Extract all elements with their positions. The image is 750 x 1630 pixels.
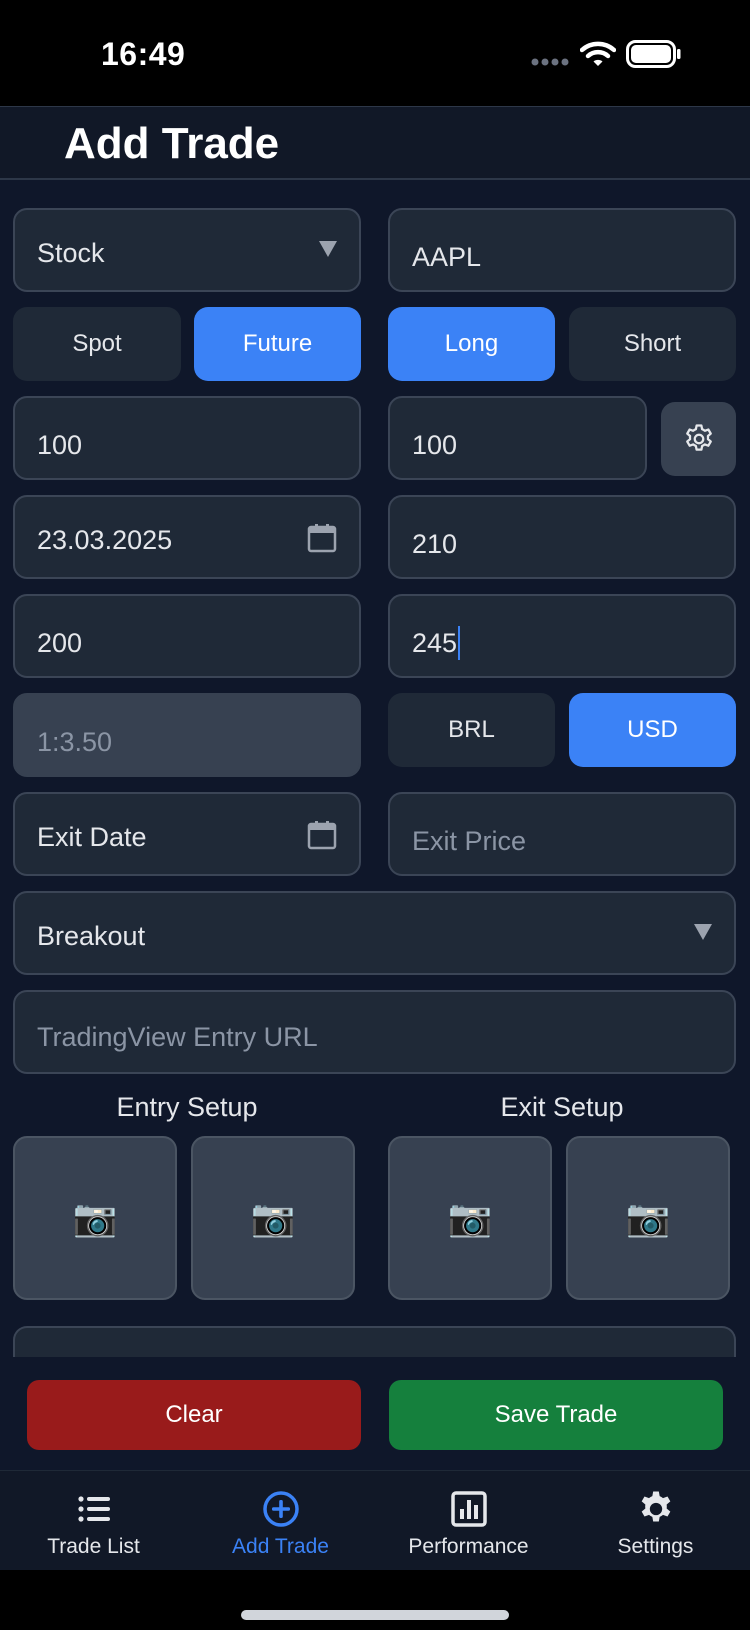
leverage-input[interactable]: 100 <box>388 396 647 480</box>
stop-loss-value: 200 <box>37 627 83 658</box>
exit-photo-slot-2[interactable]: 📷 <box>566 1136 730 1300</box>
battery-icon <box>626 40 681 68</box>
caret-down-icon <box>694 924 712 940</box>
list-icon <box>77 1496 110 1522</box>
exit-setup-label: Exit Setup <box>500 1092 624 1122</box>
risk-reward-value: 1:3.50 <box>37 726 113 757</box>
entry-setup-label: Entry Setup <box>116 1092 258 1122</box>
asset-type-value: Stock <box>37 237 105 268</box>
text-cursor <box>458 626 461 660</box>
camera-icon: 📷 <box>250 1197 296 1238</box>
chart-icon <box>450 1491 487 1527</box>
tab-label: Performance <box>408 1535 529 1558</box>
spot-toggle[interactable]: Spot <box>13 307 181 381</box>
symbol-input[interactable]: AAPL <box>388 208 736 292</box>
home-indicator[interactable] <box>241 1610 509 1620</box>
wifi-icon <box>580 41 616 66</box>
calendar-icon <box>307 821 337 850</box>
tradingview-url-input[interactable]: TradingView Entry URL <box>13 990 736 1074</box>
stop-loss-input[interactable]: 200 <box>13 594 361 678</box>
exit-photo-slot-1[interactable]: 📷 <box>388 1136 552 1300</box>
signal-icon <box>531 58 569 66</box>
tab-add-trade[interactable]: Add Trade <box>187 1471 374 1571</box>
tab-label: Add Trade <box>232 1535 329 1558</box>
symbol-value: AAPL <box>412 241 482 272</box>
camera-icon: 📷 <box>447 1197 493 1238</box>
gear-icon <box>641 1491 670 1522</box>
entry-price-input[interactable]: 210 <box>388 495 736 579</box>
quantity-value: 100 <box>37 429 83 460</box>
home-indicator-area <box>0 1570 750 1630</box>
entry-date-value: 23.03.2025 <box>37 524 173 555</box>
future-toggle[interactable]: Future <box>194 307 361 381</box>
status-bar: 16:49 <box>0 0 750 106</box>
quantity-input[interactable]: 100 <box>13 396 361 480</box>
strategy-value: Breakout <box>37 920 146 951</box>
page-title: Add Trade <box>64 119 280 168</box>
brl-toggle[interactable]: BRL <box>388 693 555 767</box>
tab-performance[interactable]: Performance <box>375 1471 562 1571</box>
gear-icon <box>685 424 712 451</box>
long-toggle[interactable]: Long <box>388 307 555 381</box>
exit-date-input[interactable]: Exit Date <box>13 792 361 876</box>
exit-price-placeholder: Exit Price <box>412 825 527 856</box>
calendar-icon <box>307 524 337 553</box>
caret-down-icon <box>319 241 337 257</box>
leverage-settings-button[interactable] <box>661 402 736 476</box>
leverage-value: 100 <box>412 429 458 460</box>
entry-date-input[interactable]: 23.03.2025 <box>13 495 361 579</box>
status-time: 16:49 <box>101 36 186 72</box>
tab-bar: Trade List Add Trade Performance Setting… <box>0 1470 750 1570</box>
take-profit-input[interactable]: 245 <box>388 594 736 678</box>
page-header: Add Trade <box>0 106 750 180</box>
tab-label: Settings <box>617 1535 694 1558</box>
camera-icon: 📷 <box>625 1197 671 1238</box>
risk-reward-field: 1:3.50 <box>13 693 361 777</box>
entry-photo-slot-2[interactable]: 📷 <box>191 1136 355 1300</box>
usd-toggle[interactable]: USD <box>569 693 736 767</box>
tab-settings[interactable]: Settings <box>562 1471 749 1571</box>
exit-date-value: Exit Date <box>37 821 147 852</box>
app-screen: 16:49 Add Trade Stock AAPL Spot Future L… <box>0 0 750 1630</box>
tab-label: Trade List <box>47 1535 140 1558</box>
asset-type-select[interactable]: Stock <box>13 208 361 292</box>
tradingview-url-placeholder: TradingView Entry URL <box>37 1021 318 1052</box>
short-toggle[interactable]: Short <box>569 307 736 381</box>
tab-trade-list[interactable]: Trade List <box>0 1471 187 1571</box>
strategy-select[interactable]: Breakout <box>13 891 736 975</box>
camera-icon: 📷 <box>72 1197 118 1238</box>
action-bar: Clear Save Trade <box>0 1357 750 1470</box>
exit-price-input[interactable]: Exit Price <box>388 792 736 876</box>
save-trade-button[interactable]: Save Trade <box>389 1380 723 1450</box>
take-profit-value: 245 <box>412 627 458 658</box>
clear-button[interactable]: Clear <box>27 1380 361 1450</box>
entry-photo-slot-1[interactable]: 📷 <box>13 1136 177 1300</box>
plus-circle-icon <box>262 1491 299 1527</box>
entry-price-value: 210 <box>412 528 458 559</box>
